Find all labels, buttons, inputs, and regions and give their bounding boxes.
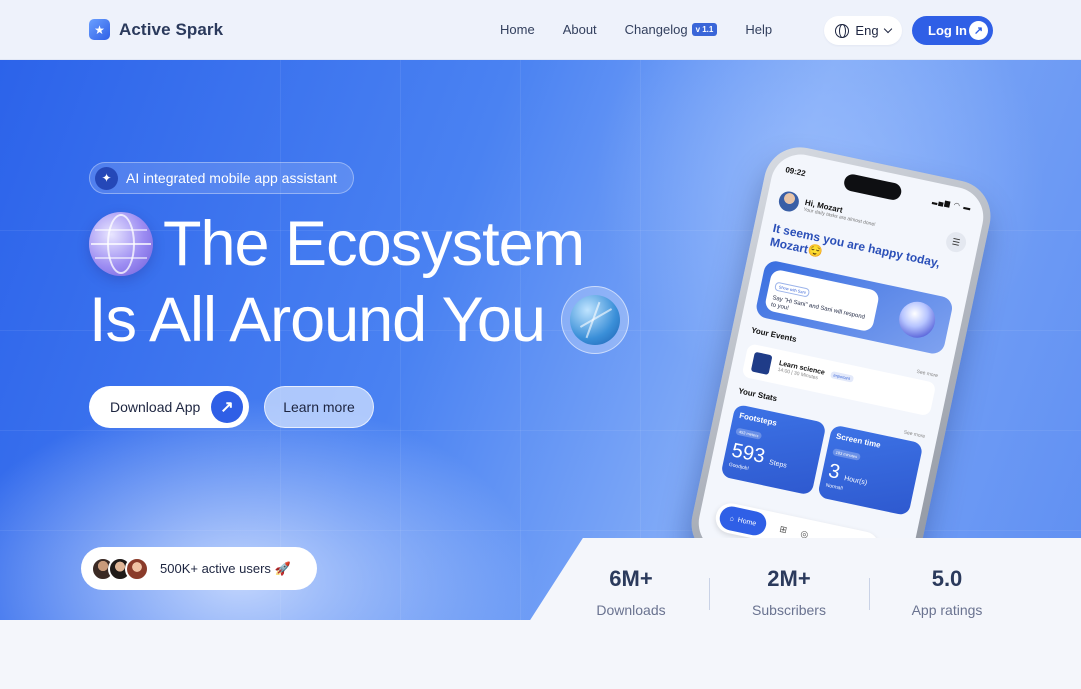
globe-3d-icon [89, 212, 153, 276]
headline-line-2: Is All Around You [89, 284, 629, 356]
top-navbar: ★ Active Spark Home About Changelog v 1.… [0, 0, 1081, 60]
headline-line-1: The Ecosystem [89, 208, 585, 280]
footsteps-unit: Steps [768, 458, 788, 470]
stat-subscribers: 2M+ Subscribers [724, 566, 854, 618]
hero-tag-pill: ✦ AI integrated mobile app assistant [89, 162, 354, 194]
stat-value: 2M+ [767, 566, 811, 591]
stat-downloads: 6M+ Downloads [566, 566, 696, 618]
login-label: Log In [928, 23, 967, 38]
divider [709, 578, 710, 610]
chevron-down-icon [883, 24, 892, 34]
stat-ratings: 5.0 App ratings [882, 566, 1012, 618]
grid-icon[interactable]: ⊞ [778, 523, 788, 535]
avatar-stack [91, 556, 149, 581]
footsteps-card[interactable]: Footsteps 453 meters 593 Steps Goodjob! [720, 403, 827, 496]
home-icon: ⌂ [729, 514, 735, 523]
language-selector[interactable]: Eng [824, 16, 902, 45]
ai-orb-icon [895, 298, 939, 341]
stat-label: App ratings [911, 602, 983, 618]
headline-text-2: Is All Around You [89, 285, 546, 355]
arrow-up-right-icon: ↗ [969, 21, 988, 40]
download-app-button[interactable]: Download App ↗ [89, 386, 249, 428]
version-badge: v 1.1 [691, 23, 718, 36]
dynamic-island [842, 172, 903, 202]
events-see-more[interactable]: See more [916, 369, 938, 379]
language-label: Eng [855, 23, 879, 38]
sani-tag: Show with Sani [774, 281, 811, 298]
phone-screen: 09:22 ▂▄▆ ◠ ▬ Hi, Mozart Your daily task… [693, 148, 989, 592]
stat-label: Subscribers [752, 602, 826, 618]
footsteps-sub: 453 meters [735, 427, 763, 440]
learn-label: Learn more [283, 399, 355, 415]
globe-icon [835, 23, 850, 38]
changelog-label: Changelog [624, 22, 688, 37]
star-app-icon: ★ [89, 19, 110, 40]
active-users-pill: 500K+ active users 🚀 [81, 547, 317, 590]
glass-globe-icon [560, 286, 629, 354]
active-users-label: 500K+ active users 🚀 [160, 560, 291, 576]
nav-links: Home About Changelog v 1.1 Help [500, 22, 772, 37]
brand[interactable]: ★ Active Spark [89, 19, 223, 40]
sani-text: Say "Hi Sani" and Sani will respond to y… [770, 295, 866, 321]
nav-help-link[interactable]: Help [745, 22, 772, 37]
screen-time-card[interactable]: Screen time 183 minutes 3 Hour(s) Normal… [817, 424, 924, 516]
tab-home-label: Home [737, 516, 757, 528]
headline-text-1: The Ecosystem [163, 209, 585, 279]
nav-changelog-link[interactable]: Changelog v 1.1 [625, 22, 718, 37]
grid-line [640, 60, 641, 620]
download-label: Download App [110, 399, 201, 415]
hero-section: ✦ AI integrated mobile app assistant The… [0, 60, 1081, 620]
stats-see-more[interactable]: See more [903, 429, 925, 439]
arrow-up-right-icon: ↗ [211, 391, 243, 423]
hero-tag-text: AI integrated mobile app assistant [126, 170, 337, 186]
brand-name: Active Spark [119, 19, 224, 39]
stat-value: 6M+ [609, 566, 653, 591]
screen-time-unit: Hour(s) [843, 474, 868, 487]
learn-more-button[interactable]: Learn more [264, 386, 374, 428]
login-button[interactable]: Log In ↗ [912, 16, 993, 45]
avatar [777, 189, 801, 214]
screen-time-value: 3 [826, 459, 843, 484]
nav-home-link[interactable]: Home [500, 22, 535, 37]
sani-bubble: Show with Sani Say "Hi Sani" and Sani wi… [763, 268, 881, 333]
divider [869, 578, 870, 610]
stat-label: Downloads [596, 602, 666, 618]
nav-about-link[interactable]: About [563, 22, 597, 37]
book-icon [750, 351, 773, 375]
stat-value: 5.0 [931, 566, 963, 591]
status-icons: ▂▄▆ ◠ ▬ [931, 197, 973, 213]
tab-home[interactable]: ⌂ Home [717, 504, 769, 538]
avatar [125, 556, 149, 581]
sparkle-icon: ✦ [95, 166, 118, 190]
screen-time-sub: 183 minutes [832, 447, 861, 461]
